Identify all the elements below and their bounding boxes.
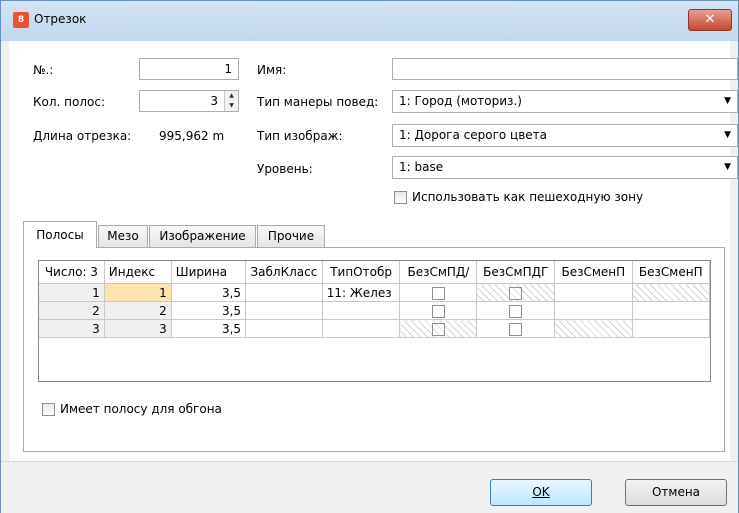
blocked-class-cell[interactable] (245, 283, 323, 302)
column-header[interactable]: ЗаблКласс (245, 261, 323, 284)
chevron-down-icon: ▼ (724, 130, 731, 140)
tab-other[interactable]: Прочие (257, 225, 325, 247)
level-label: Уровень: (257, 162, 313, 176)
checkbox-icon[interactable] (509, 304, 523, 318)
behavior-label: Тип манеры повед: (257, 95, 379, 109)
blocked-class-cell[interactable] (245, 319, 323, 338)
lanes-panel: Число: 3 Индекс Ширина ЗаблКласс ТипОтоб… (23, 247, 725, 452)
app-icon: 8 (13, 12, 29, 28)
window-title: Отрезок (34, 12, 87, 26)
title-bar: 8 Отрезок ✕ (1, 1, 738, 41)
column-header[interactable]: Ширина (171, 261, 247, 284)
index-cell[interactable]: 2 (104, 301, 172, 320)
hatched-cell (554, 319, 633, 338)
row-number: 3 (39, 319, 105, 338)
lanes-value: 3 (210, 94, 218, 108)
behavior-select[interactable]: 1: Город (моториз.) ▼ (392, 90, 738, 113)
chevron-down-icon: ▼ (724, 162, 731, 172)
ok-button-label: OK (532, 485, 550, 499)
row-number: 1 (39, 283, 105, 302)
index-cell[interactable]: 3 (104, 319, 172, 338)
tab-meso[interactable]: Мезо (98, 225, 148, 247)
length-value: 995,962 m (159, 129, 225, 143)
display-type-cell[interactable] (322, 301, 401, 320)
checkbox-cell[interactable] (476, 301, 556, 320)
hatched-cell (632, 283, 710, 302)
empty-cell[interactable] (632, 301, 710, 320)
level-value: 1: base (399, 160, 444, 174)
column-header[interactable]: Число: 3 (39, 261, 105, 284)
cancel-button[interactable]: Отмена (625, 479, 727, 506)
number-label: №.: (33, 63, 54, 77)
empty-cell[interactable] (632, 319, 710, 338)
checkbox-icon[interactable] (431, 304, 445, 318)
spin-arrows-icon[interactable]: ▲ ▼ (224, 91, 238, 111)
checkbox-icon (509, 286, 523, 300)
column-header[interactable]: БезСмПДГ (476, 261, 556, 284)
checkbox-cell[interactable] (399, 301, 478, 320)
pedestrian-label: Использовать как пешеходную зону (412, 190, 644, 204)
display-type-cell[interactable] (322, 319, 401, 338)
width-cell[interactable]: 3,5 (171, 301, 247, 320)
empty-cell[interactable] (554, 283, 633, 302)
overtaking-label: Имеет полосу для обгона (60, 402, 222, 416)
pedestrian-checkbox[interactable] (394, 191, 407, 204)
tab-lanes[interactable]: Полосы (23, 221, 97, 248)
display-type-cell[interactable]: 11: Желез (322, 283, 401, 302)
display-label: Тип изображ: (257, 129, 343, 143)
table-row[interactable]: 1 1 3,5 11: Желез (39, 283, 710, 302)
empty-cell[interactable] (554, 301, 633, 320)
checkbox-cell[interactable] (399, 283, 478, 302)
number-field[interactable]: 1 (139, 58, 239, 80)
column-header[interactable]: БезСменП (632, 261, 710, 284)
checkbox-icon[interactable] (431, 286, 445, 300)
table-row[interactable]: 3 3 3,5 (39, 319, 710, 338)
table-header-row: Число: 3 Индекс Ширина ЗаблКласс ТипОтоб… (39, 261, 710, 284)
chevron-down-icon: ▼ (724, 96, 731, 106)
blocked-class-cell[interactable] (245, 301, 323, 320)
overtaking-checkbox[interactable] (42, 403, 55, 416)
display-value: 1: Дорога серого цвета (399, 128, 548, 142)
checkbox-cell[interactable] (476, 319, 556, 338)
width-cell[interactable]: 3,5 (171, 283, 247, 302)
checkbox-cell-disabled (399, 319, 478, 338)
lanes-table[interactable]: Число: 3 Индекс Ширина ЗаблКласс ТипОтоб… (38, 260, 711, 382)
behavior-value: 1: Город (моториз.) (399, 94, 522, 108)
segment-dialog: 8 Отрезок ✕ №.: 1 Кол. полос: 3 ▲ ▼ Длина… (0, 0, 739, 513)
checkbox-cell-disabled (476, 283, 556, 302)
column-header[interactable]: БезСменП (554, 261, 633, 284)
width-cell[interactable]: 3,5 (171, 319, 247, 338)
level-select[interactable]: 1: base ▼ (392, 156, 738, 179)
tab-display[interactable]: Изображение (149, 225, 256, 247)
row-number: 2 (39, 301, 105, 320)
name-label: Имя: (257, 63, 287, 77)
checkbox-icon (431, 322, 445, 336)
button-bar: OK Отмена (1, 461, 738, 513)
column-header[interactable]: ТипОтобр (322, 261, 401, 284)
column-header[interactable]: БезСмПД/ (399, 261, 478, 284)
lanes-stepper[interactable]: 3 ▲ ▼ (139, 90, 239, 112)
table-row[interactable]: 2 2 3,5 (39, 301, 710, 320)
checkbox-icon[interactable] (509, 322, 523, 336)
lanes-label: Кол. полос: (33, 95, 105, 109)
name-field[interactable] (392, 58, 738, 80)
length-label: Длина отрезка: (33, 129, 132, 143)
index-cell[interactable]: 1 (104, 283, 172, 302)
ok-button[interactable]: OK (490, 479, 592, 506)
column-header[interactable]: Индекс (104, 261, 172, 284)
close-button[interactable]: ✕ (688, 9, 732, 31)
display-select[interactable]: 1: Дорога серого цвета ▼ (392, 124, 738, 147)
